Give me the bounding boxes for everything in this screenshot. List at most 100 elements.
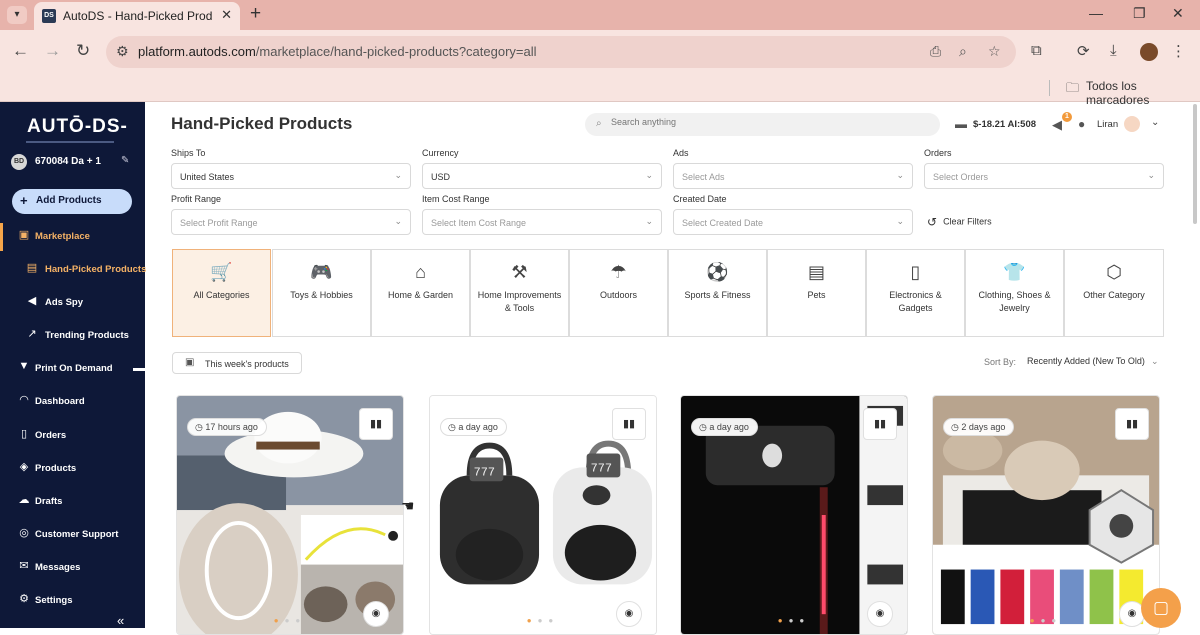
wallet-icon[interactable]: ▬: [955, 117, 967, 131]
category-outdoors[interactable]: ☂ Outdoors: [569, 249, 668, 337]
window-close-icon[interactable]: ✕: [1172, 5, 1184, 22]
announcement-icon[interactable]: ◀: [1052, 117, 1062, 133]
account-name[interactable]: 670084 Da + 1: [35, 156, 101, 167]
minimize-icon[interactable]: —: [1089, 5, 1103, 21]
edit-pencil-icon[interactable]: ✎: [121, 155, 129, 166]
sidebar-item-messages[interactable]: ✉ Messages: [0, 554, 145, 582]
added-time-badge: ◷ 2 days ago: [943, 418, 1015, 436]
user-icon[interactable]: ●: [1078, 117, 1085, 131]
eye-icon[interactable]: ◉: [616, 601, 642, 627]
orders-select[interactable]: Select Orders ⌄: [924, 163, 1164, 189]
trending-icon: ↗: [27, 328, 37, 340]
search-bar[interactable]: ⌕: [585, 113, 940, 136]
site-info-icon[interactable]: ⚙: [116, 43, 129, 60]
chevron-down-icon: ⌄: [394, 216, 402, 226]
product-card[interactable]: 777 777 ◷ a day ago ▮▮ ●●● ◉: [429, 395, 657, 635]
profit-range-select[interactable]: Select Profit Range ⌄: [171, 209, 411, 235]
profit-range-label: Profit Range: [171, 194, 222, 204]
browser-tab-active[interactable]: DS AutoDS - Hand-Picked Product ✕: [34, 2, 240, 30]
sidebar-item-products[interactable]: ◈ Products: [0, 455, 145, 483]
address-bar[interactable]: ⚙ platform.autods.com/marketplace/hand-p…: [106, 36, 1016, 68]
eye-icon[interactable]: ◉: [363, 601, 389, 627]
stats-chart-icon[interactable]: ▮▮: [359, 408, 393, 440]
sidebar-item-label: Customer Support: [35, 529, 119, 540]
chevron-down-icon: ⌄: [645, 170, 653, 180]
download-icon[interactable]: ⤓: [1110, 42, 1117, 59]
box-icon: ▣: [185, 357, 195, 368]
chat-support-button[interactable]: ▢: [1141, 588, 1181, 628]
umbrella-icon: ☂: [610, 262, 627, 282]
category-home-improvements-tools[interactable]: ⚒ Home Improvements & Tools: [470, 249, 569, 337]
account-avatar[interactable]: BD: [11, 154, 27, 170]
profile-avatar[interactable]: [1140, 43, 1158, 61]
zoom-icon[interactable]: ⌕: [959, 43, 967, 60]
add-products-button[interactable]: + Add Products: [12, 189, 132, 214]
eye-icon[interactable]: ◉: [867, 601, 893, 627]
restore-icon[interactable]: ❐: [1133, 5, 1146, 22]
reload-icon[interactable]: ↻: [76, 41, 90, 61]
item-cost-range-select[interactable]: Select Item Cost Range ⌄: [422, 209, 662, 235]
all-bookmarks-link[interactable]: Todos los marcadores: [1086, 79, 1200, 107]
product-card[interactable]: ◷ a day ago ▮▮ ●●● ◉: [680, 395, 908, 635]
chevron-down-icon[interactable]: ⌄: [1151, 117, 1159, 128]
sidebar-item-label: Products: [35, 463, 77, 474]
chevron-down-icon[interactable]: ⌄: [1151, 356, 1159, 367]
created-date-select[interactable]: Select Created Date ⌄: [673, 209, 913, 235]
category-pets[interactable]: ▤ Pets: [767, 249, 866, 337]
category-all-categories[interactable]: 🛒 All Categories: [172, 249, 271, 337]
category-home-garden[interactable]: ⌂ Home & Garden: [371, 249, 470, 337]
clear-filters-button[interactable]: ↺ Clear Filters: [927, 215, 992, 229]
category-sports-fitness[interactable]: ⚽ Sports & Fitness: [668, 249, 767, 337]
sidebar-item-trending-products[interactable]: ↗ Trending Products: [0, 322, 145, 350]
page-scrollbar[interactable]: [1193, 104, 1197, 224]
stats-chart-icon[interactable]: ▮▮: [1115, 408, 1149, 440]
product-card[interactable]: ◷ 2 days ago ▮▮ ●●● ◉: [932, 395, 1160, 635]
sidebar-item-drafts[interactable]: ☁ Drafts: [0, 488, 145, 516]
autods-logo[interactable]: AUTŌ-DS-: [27, 116, 128, 138]
sidebar-item-customer-support[interactable]: ◎ Customer Support: [0, 521, 145, 549]
sidebar-item-dashboard[interactable]: ◠ Dashboard: [0, 388, 145, 416]
sidebar-item-label: Ads Spy: [45, 297, 84, 308]
sidebar-item-orders[interactable]: ▯ Orders: [0, 422, 145, 450]
sidebar-item-print-on-demand[interactable]: ▼ Print On Demand: [0, 355, 145, 383]
sidebar-item-settings[interactable]: ⚙ Settings: [0, 587, 145, 615]
sidebar-item-ads-spy[interactable]: ◀ Ads Spy: [0, 289, 145, 317]
sidebar-item-marketplace[interactable]: ▣ Marketplace: [0, 223, 145, 251]
category-electronics-gadgets[interactable]: ▯ Electronics & Gadgets: [866, 249, 965, 337]
wallet-balance[interactable]: $-18.21 AI:508: [973, 119, 1036, 130]
bookmark-star-icon[interactable]: ☆: [988, 43, 1001, 60]
browser-menu-icon[interactable]: ⋮: [1171, 42, 1186, 60]
ships-to-label: Ships To: [171, 148, 206, 158]
back-icon[interactable]: ←: [12, 41, 29, 61]
headset-icon: ◎: [19, 527, 29, 539]
user-name[interactable]: Liran: [1097, 119, 1118, 130]
created-date-label: Created Date: [673, 194, 727, 204]
ads-select[interactable]: Select Ads ⌄: [673, 163, 913, 189]
install-app-icon[interactable]: ⎙: [930, 43, 941, 60]
url-text[interactable]: platform.autods.com/marketplace/hand-pic…: [138, 44, 537, 59]
sidebar-item-label: Dashboard: [35, 396, 85, 407]
ships-to-select[interactable]: United States ⌄: [171, 163, 411, 189]
category-clothing-shoes-jewelry[interactable]: 👕 Clothing, Shoes & Jewelry: [965, 249, 1064, 337]
sidebar-item-label: Trending Products: [45, 330, 129, 341]
new-tab-icon[interactable]: +: [250, 3, 261, 25]
tab-close-icon[interactable]: ✕: [221, 7, 232, 23]
stats-chart-icon[interactable]: ▮▮: [612, 408, 646, 440]
cube-icon: ⬡: [1106, 262, 1122, 282]
product-card[interactable]: ◷ 17 hours ago ▮▮ ●●● ◉: [176, 395, 404, 635]
stats-chart-icon[interactable]: ▮▮: [863, 408, 897, 440]
sidebar-item-hand-picked-products[interactable]: ▤ Hand-Picked Products: [0, 256, 147, 284]
bookmarks-bar: 🗀 Todos los marcadores: [0, 74, 1200, 107]
tab-search-icon[interactable]: ▾: [7, 6, 27, 24]
this-weeks-products-button[interactable]: ▣ This week's products: [172, 352, 302, 374]
user-avatar[interactable]: [1124, 116, 1140, 132]
search-input[interactable]: [611, 117, 911, 127]
sort-select[interactable]: Recently Added (New To Old): [1027, 356, 1145, 366]
category-other[interactable]: ⬡ Other Category: [1064, 249, 1164, 337]
extensions-icon[interactable]: ⧉: [1031, 42, 1042, 59]
collapse-sidebar-icon[interactable]: «: [117, 613, 124, 628]
forward-icon[interactable]: →: [44, 41, 61, 61]
chrome-labs-icon[interactable]: ⟳: [1077, 42, 1090, 60]
category-toys-hobbies[interactable]: 🎮 Toys & Hobbies: [272, 249, 371, 337]
currency-select[interactable]: USD ⌄: [422, 163, 662, 189]
